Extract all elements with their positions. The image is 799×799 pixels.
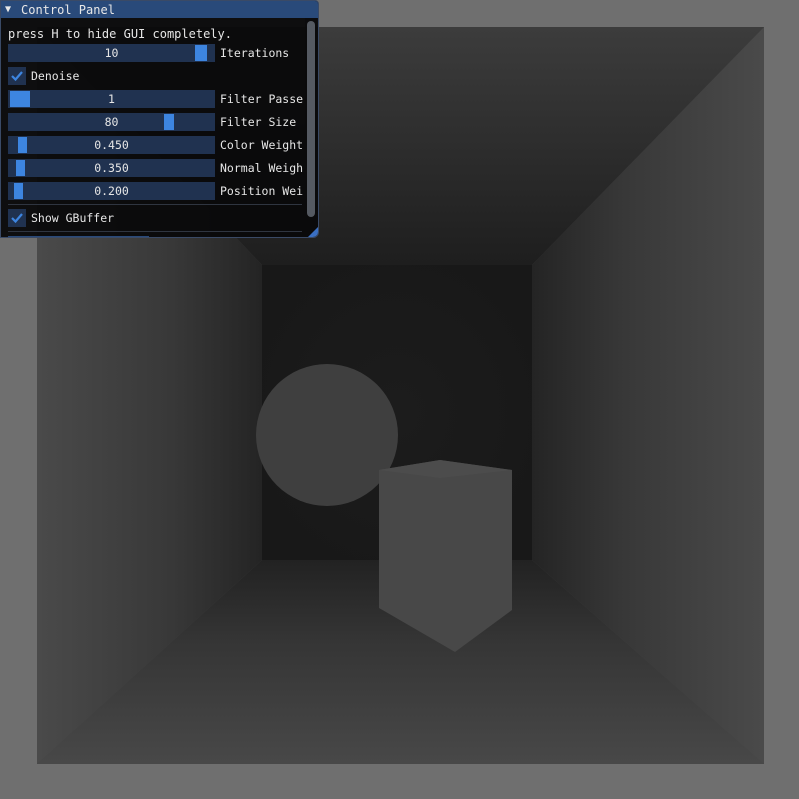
control-panel-body: press H to hide GUI completely. 10 Itera… bbox=[1, 18, 318, 237]
slider-label: Color Weight bbox=[220, 138, 304, 152]
show-gbuffer-checkbox[interactable] bbox=[8, 209, 26, 227]
separator bbox=[8, 204, 302, 205]
slider-label: Position Wei bbox=[220, 184, 304, 198]
checkbox-label: Denoise bbox=[31, 69, 80, 83]
resize-grip-icon[interactable] bbox=[308, 227, 318, 237]
checkbox-row-show-gbuffer: Show GBuffer bbox=[8, 209, 308, 227]
scrollbar-track[interactable] bbox=[305, 18, 317, 237]
filter-size-slider[interactable]: 80 bbox=[8, 113, 215, 131]
filter-passes-slider[interactable]: 1 bbox=[8, 90, 215, 108]
slider-value: 0.350 bbox=[94, 161, 129, 175]
slider-label: Normal Weigh bbox=[220, 161, 304, 175]
slider-value: 0.200 bbox=[94, 184, 129, 198]
slider-label: Filter Size bbox=[220, 115, 297, 129]
color-weight-slider[interactable]: 0.450 bbox=[8, 136, 215, 154]
normal-weight-slider[interactable]: 0.350 bbox=[8, 159, 215, 177]
slider-row-color-weight: 0.450 Color Weight bbox=[8, 136, 308, 154]
slider-label: Filter Passe bbox=[220, 92, 304, 106]
scrollbar-grab[interactable] bbox=[307, 21, 315, 217]
hint-text: press H to hide GUI completely. bbox=[8, 27, 232, 41]
window-title: Control Panel bbox=[21, 2, 115, 17]
slider-value: 80 bbox=[104, 115, 119, 129]
denoise-checkbox[interactable] bbox=[8, 67, 26, 85]
checkmark-icon bbox=[11, 213, 23, 224]
control-panel-window[interactable]: ▼ Control Panel press H to hide GUI comp… bbox=[0, 0, 319, 238]
slider-value: 10 bbox=[104, 46, 119, 60]
checkbox-row-denoise: Denoise bbox=[8, 67, 308, 85]
slider-value: 1 bbox=[108, 92, 115, 106]
slider-row-filter-passes: 1 Filter Passe bbox=[8, 90, 308, 108]
iterations-slider[interactable]: 10 bbox=[8, 44, 215, 62]
checkmark-icon bbox=[11, 71, 23, 82]
position-weight-slider[interactable]: 0.200 bbox=[8, 182, 215, 200]
slider-row-normal-weight: 0.350 Normal Weigh bbox=[8, 159, 308, 177]
separator bbox=[8, 231, 302, 232]
control-panel-titlebar[interactable]: ▼ Control Panel bbox=[1, 1, 318, 18]
slider-row-position-weight: 0.200 Position Wei bbox=[8, 182, 308, 200]
slider-row-iterations: 10 Iterations bbox=[8, 44, 308, 62]
slider-row-filter-size: 80 Filter Size bbox=[8, 113, 308, 131]
triangle-down-icon[interactable]: ▼ bbox=[5, 4, 17, 15]
slider-label: Iterations bbox=[220, 46, 290, 60]
slider-value: 0.450 bbox=[94, 138, 129, 152]
checkbox-label: Show GBuffer bbox=[31, 211, 115, 225]
partially-visible-widget[interactable] bbox=[8, 236, 149, 237]
sphere bbox=[256, 364, 398, 506]
